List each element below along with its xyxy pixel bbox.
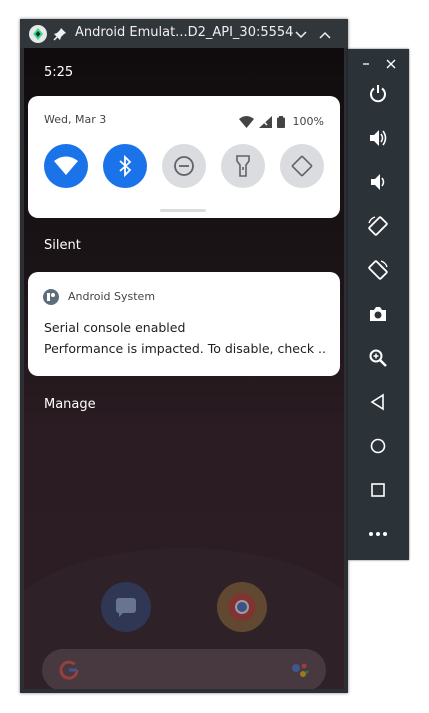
back-icon[interactable] xyxy=(365,389,391,415)
notification-app-name: Android System xyxy=(68,290,156,303)
flashlight-icon xyxy=(236,155,250,177)
window-title: Android Emulat...D2_API_30:5554 xyxy=(75,25,294,40)
minimize-icon[interactable] xyxy=(360,55,372,67)
android-system-icon xyxy=(43,289,59,305)
notification-card[interactable]: Android System Serial console enabled Pe… xyxy=(28,272,340,376)
rotate-right-icon[interactable] xyxy=(365,257,391,283)
notification-title: Serial console enabled xyxy=(44,320,186,335)
tile-auto-rotate[interactable] xyxy=(280,144,324,188)
volume-up-icon[interactable] xyxy=(365,125,391,151)
emulator-app-icon xyxy=(29,25,47,43)
battery-percent: 100% xyxy=(292,115,324,128)
google-g-icon xyxy=(58,659,80,685)
assistant-icon[interactable] xyxy=(290,660,310,684)
zoom-icon[interactable] xyxy=(365,345,391,371)
volume-down-icon[interactable] xyxy=(365,169,391,195)
battery-icon xyxy=(277,115,286,128)
camera-icon[interactable] xyxy=(365,301,391,327)
home-icon[interactable] xyxy=(365,433,391,459)
overview-icon[interactable] xyxy=(365,477,391,503)
qs-status-icons: 100% xyxy=(239,111,324,128)
manage-button[interactable]: Manage xyxy=(44,397,96,412)
do-not-disturb-icon xyxy=(174,156,194,176)
emulator-toolbar xyxy=(348,49,409,560)
more-icon[interactable] xyxy=(365,521,391,547)
auto-rotate-icon xyxy=(291,155,313,177)
section-silent: Silent xyxy=(44,238,81,253)
wifi-signal-icon xyxy=(239,115,255,128)
chrome-app-icon[interactable] xyxy=(217,582,267,632)
google-search-bar[interactable] xyxy=(42,649,326,689)
emulator-window: Android Emulat...D2_API_30:5554 5:25 Wed… xyxy=(20,19,348,693)
status-time: 5:25 xyxy=(44,65,74,80)
wifi-icon xyxy=(54,156,78,175)
quick-settings-panel: Wed, Mar 3 100% xyxy=(28,96,340,218)
pin-icon[interactable] xyxy=(53,26,67,41)
tile-flashlight[interactable] xyxy=(221,144,265,188)
notification-text: Performance is impacted. To disable, che… xyxy=(44,341,326,356)
tile-bluetooth[interactable] xyxy=(103,144,147,188)
cell-signal-icon xyxy=(259,115,273,128)
chevron-up-icon[interactable] xyxy=(318,27,332,41)
close-icon[interactable] xyxy=(385,55,397,69)
chevron-down-icon[interactable] xyxy=(294,27,308,41)
qs-expand-handle[interactable] xyxy=(160,209,206,212)
rotate-left-icon[interactable] xyxy=(365,213,391,239)
tile-do-not-disturb[interactable] xyxy=(162,144,206,188)
tile-wifi[interactable] xyxy=(44,144,88,188)
power-icon[interactable] xyxy=(365,81,391,107)
window-titlebar[interactable]: Android Emulat...D2_API_30:5554 xyxy=(20,19,348,48)
qs-date[interactable]: Wed, Mar 3 xyxy=(44,113,106,126)
bluetooth-icon xyxy=(119,155,132,177)
messages-app-icon[interactable] xyxy=(101,582,151,632)
device-screen[interactable]: 5:25 Wed, Mar 3 100% Silent Android Syst… xyxy=(24,48,344,689)
